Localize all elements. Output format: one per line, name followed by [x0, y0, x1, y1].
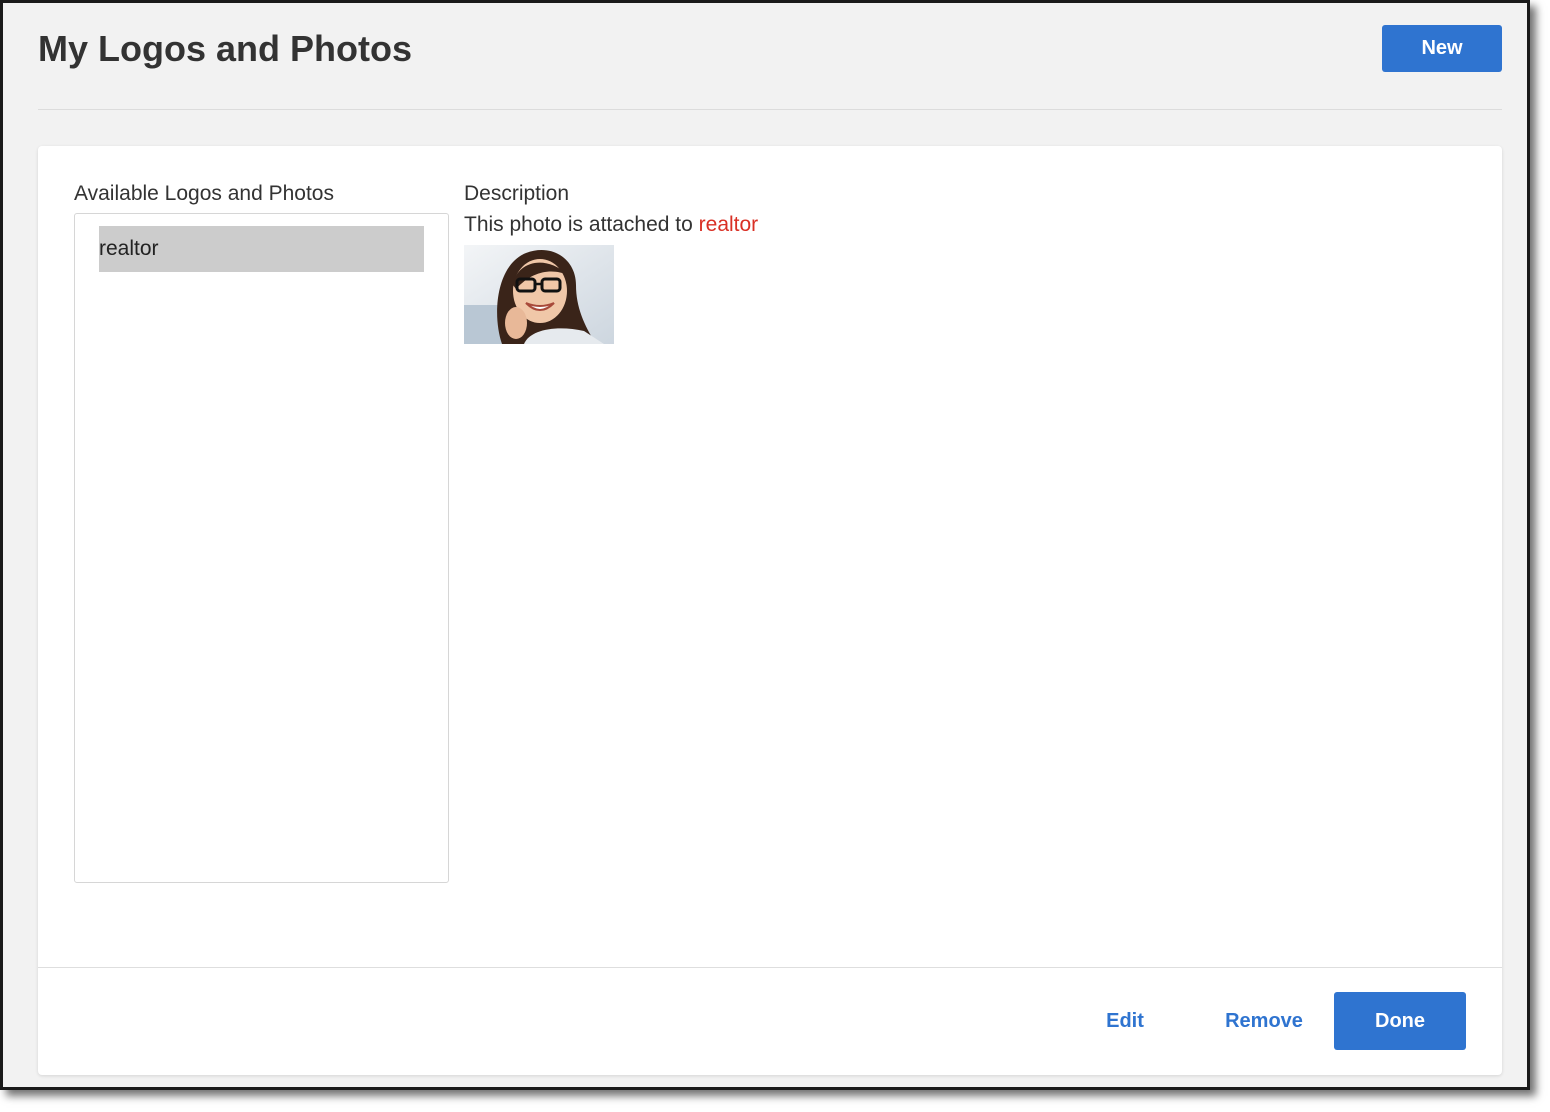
remove-button[interactable]: Remove — [1214, 992, 1314, 1050]
page-title: My Logos and Photos — [38, 28, 412, 69]
logos-list[interactable]: realtor — [74, 213, 449, 883]
list-item-realtor[interactable]: realtor — [99, 226, 424, 272]
new-button[interactable]: New — [1382, 25, 1502, 72]
portrait-photo-icon — [464, 245, 614, 344]
logos-photos-window: My Logos and Photos New Available Logos … — [0, 0, 1530, 1090]
description-prefix: This photo is attached to — [464, 213, 699, 236]
attached-realtor-link[interactable]: realtor — [699, 213, 759, 236]
content-card: Available Logos and Photos realtor Descr… — [38, 146, 1502, 1075]
description-text: This photo is attached to realtor — [464, 212, 758, 238]
available-logos-label: Available Logos and Photos — [74, 182, 334, 205]
photo-thumbnail — [464, 245, 614, 344]
header-divider — [38, 109, 1502, 110]
edit-button[interactable]: Edit — [1090, 992, 1160, 1050]
footer-divider — [38, 967, 1502, 968]
done-button[interactable]: Done — [1334, 992, 1466, 1050]
description-label: Description — [464, 182, 570, 205]
